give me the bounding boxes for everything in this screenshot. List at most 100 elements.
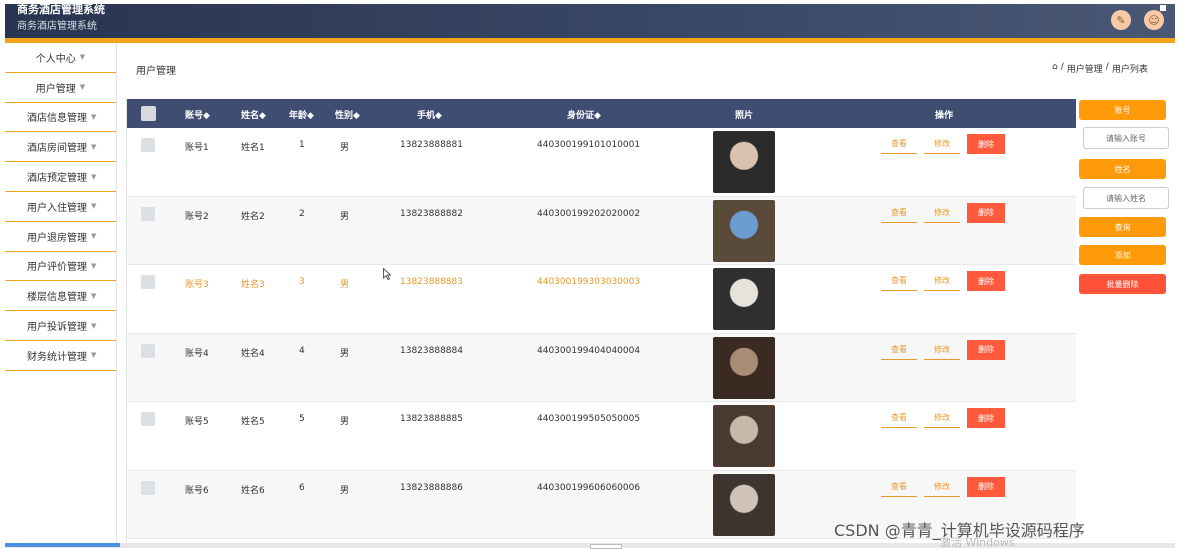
cell-phone: 13823888882 — [400, 208, 463, 219]
user-photo — [713, 473, 775, 536]
user-avatar-icon[interactable]: ☺ — [1144, 10, 1164, 30]
sidebar-item-hotel-room[interactable]: 酒店房间管理 ▼ — [5, 132, 116, 163]
delete-button[interactable]: 删除 — [967, 339, 1005, 360]
header-gender[interactable]: 性别◆ — [335, 108, 360, 121]
name-search-input[interactable]: 请输入姓名 — [1083, 187, 1169, 209]
view-button[interactable]: 查看 — [881, 477, 917, 497]
edit-button[interactable]: 修改 — [924, 340, 960, 360]
page-title: 用户管理 — [136, 66, 176, 77]
cell-id-card: 440300199303030003 — [537, 277, 641, 287]
sidebar-item-user-complaint[interactable]: 用户投诉管理 ▼ — [5, 311, 116, 341]
view-button[interactable]: 查看 — [881, 271, 917, 291]
row-checkbox[interactable] — [141, 275, 155, 289]
pencil-icon[interactable]: ✎ — [1111, 10, 1131, 30]
cell-name: 姓名6 — [241, 485, 265, 496]
cell-phone: 13823888883 — [400, 277, 463, 287]
table-body: 账号1 姓名1 1 男 13823888881 440300199101010001 查看修… — [127, 128, 1076, 539]
edit-button[interactable]: 修改 — [924, 271, 960, 291]
view-button[interactable]: 查看 — [881, 203, 917, 223]
name-label-button: 姓名 — [1079, 159, 1166, 179]
edit-button[interactable]: 修改 — [924, 134, 960, 154]
table-row[interactable]: 账号2 姓名2 2 男 13823888882 440300199202020002 查看修… — [127, 196, 1076, 265]
header-age[interactable]: 年龄◆ — [289, 108, 314, 121]
cell-account: 账号5 — [185, 417, 209, 427]
row-checkbox[interactable] — [141, 206, 155, 221]
cell-gender: 男 — [340, 348, 350, 359]
delete-button[interactable]: 删除 — [967, 134, 1005, 154]
sidebar-item-finance-stats[interactable]: 财务统计管理 ▼ — [5, 341, 116, 371]
user-table: 账号◆ 姓名◆ 年龄◆ 性别◆ 手机◆ 身份证◆ 照片 操作 账号1 姓名1 1 男 1… — [126, 99, 1076, 545]
cell-age: 3 — [299, 277, 305, 287]
chevron-down-icon: ▼ — [91, 321, 97, 330]
row-checkbox[interactable] — [141, 480, 155, 495]
breadcrumb-item-user-mgmt[interactable]: 用户管理 — [1067, 62, 1103, 75]
cell-gender: 男 — [340, 485, 350, 496]
cell-age: 5 — [299, 414, 305, 424]
chevron-down-icon: ▼ — [91, 142, 97, 151]
delete-button[interactable]: 删除 — [967, 202, 1005, 223]
add-button[interactable]: 添加 — [1079, 245, 1166, 265]
account-search-input[interactable]: 请输入账号 — [1083, 127, 1169, 149]
cell-gender: 男 — [340, 143, 350, 153]
search-button[interactable]: 查询 — [1079, 217, 1166, 237]
cell-name: 姓名5 — [241, 417, 265, 427]
table-row[interactable]: 账号3 姓名3 3 男 13823888883 440300199303030003 查看修… — [127, 265, 1076, 334]
table-row[interactable]: 账号1 姓名1 1 男 13823888881 440300199101010001 查看修… — [127, 128, 1076, 197]
app-title: 商务酒店管理系统 — [17, 21, 97, 32]
sidebar-item-label: 楼层信息管理 — [27, 292, 87, 304]
chevron-down-icon: ▼ — [91, 112, 97, 121]
table-row[interactable]: 账号4 姓名4 4 男 13823888884 440300199404040004 查看修… — [127, 333, 1076, 402]
header-name[interactable]: 姓名◆ — [241, 108, 266, 121]
cell-id-card: 440300199202020002 — [537, 208, 641, 219]
header-account[interactable]: 账号◆ — [185, 108, 210, 121]
cell-account: 账号1 — [185, 143, 209, 153]
scrollbar-box[interactable] — [590, 544, 622, 549]
cell-account: 账号3 — [185, 280, 209, 290]
account-label-button: 账号 — [1079, 100, 1166, 120]
delete-button[interactable]: 删除 — [967, 271, 1005, 291]
sidebar-item-user-checkin[interactable]: 用户入住管理 ▼ — [5, 192, 116, 222]
user-photo — [713, 199, 775, 262]
user-photo — [713, 131, 775, 193]
chevron-down-icon: ▼ — [91, 232, 97, 241]
view-button[interactable]: 查看 — [881, 134, 917, 154]
delete-button[interactable]: 删除 — [967, 476, 1005, 497]
batch-delete-button[interactable]: 批量删除 — [1079, 274, 1166, 294]
csdn-watermark: CSDN @青青_计算机毕设源码程序 — [834, 521, 1085, 540]
table-row[interactable]: 账号5 姓名5 5 男 13823888885 440300199505050005 查看修… — [127, 402, 1076, 471]
view-button[interactable]: 查看 — [881, 408, 917, 428]
sidebar-item-user-mgmt[interactable]: 用户管理 ▼ — [5, 73, 116, 103]
cell-phone: 13823888885 — [400, 414, 463, 424]
sidebar-item-user-review[interactable]: 用户评价管理 ▼ — [5, 252, 116, 282]
header-phone[interactable]: 手机◆ — [417, 108, 442, 121]
row-checkbox[interactable] — [141, 138, 155, 152]
user-photo — [713, 268, 775, 330]
cell-account: 账号2 — [185, 211, 209, 222]
chevron-down-icon: ▼ — [91, 202, 97, 211]
sidebar-item-floor-info[interactable]: 楼层信息管理 ▼ — [5, 281, 116, 312]
header-id-card[interactable]: 身份证◆ — [567, 108, 601, 121]
cell-name: 姓名1 — [241, 143, 265, 153]
edit-button[interactable]: 修改 — [924, 408, 960, 428]
sidebar-item-hotel-booking[interactable]: 酒店预定管理 ▼ — [5, 162, 116, 192]
select-all-checkbox[interactable] — [141, 106, 156, 121]
row-checkbox[interactable] — [141, 343, 155, 358]
delete-button[interactable]: 删除 — [967, 408, 1005, 428]
user-photo — [713, 336, 775, 399]
view-button[interactable]: 查看 — [881, 340, 917, 360]
sidebar-item-hotel-info[interactable]: 酒店信息管理 ▼ — [5, 103, 116, 133]
sidebar-item-personal-center[interactable]: 个人中心 ▼ — [5, 43, 116, 73]
edit-button[interactable]: 修改 — [924, 477, 960, 497]
cell-name: 姓名4 — [241, 348, 265, 359]
chevron-down-icon: ▼ — [79, 53, 86, 62]
app-title-top: 商务酒店管理系统 — [17, 3, 105, 16]
sidebar-item-user-checkout[interactable]: 用户退房管理 ▼ — [5, 222, 116, 252]
edit-button[interactable]: 修改 — [924, 203, 960, 223]
row-checkbox[interactable] — [141, 412, 155, 426]
breadcrumb: ⌂ / 用户管理 / 用户列表 — [1052, 62, 1148, 75]
sidebar-item-label: 酒店房间管理 — [27, 143, 87, 155]
window-corner-dot — [1160, 5, 1166, 11]
cell-account: 账号4 — [185, 348, 209, 359]
home-icon[interactable]: ⌂ — [1052, 62, 1058, 75]
scrollbar-thumb[interactable] — [5, 543, 120, 547]
